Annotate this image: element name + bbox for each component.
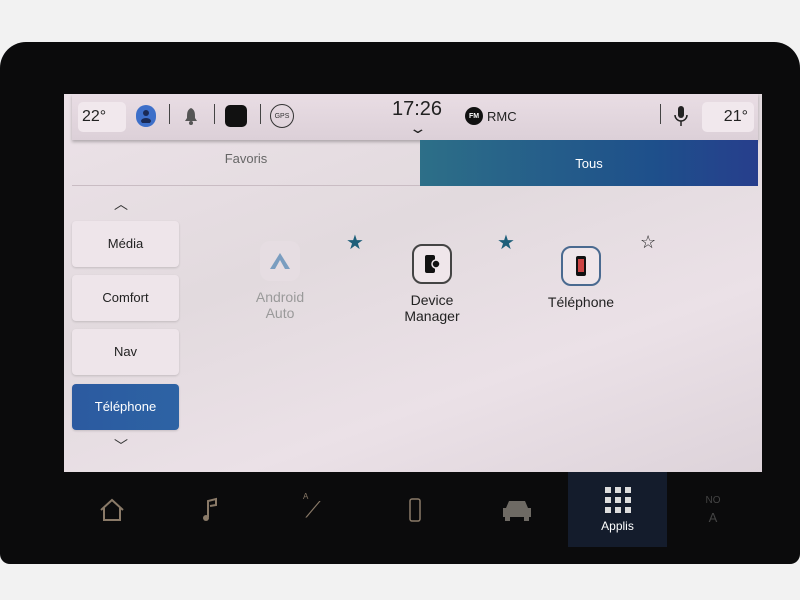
car-icon bbox=[503, 500, 531, 521]
radio-station[interactable]: RMC bbox=[487, 109, 517, 124]
app-android-auto[interactable]: Android Auto bbox=[240, 241, 320, 321]
android-auto-icon bbox=[260, 241, 300, 281]
climate-bottom-label: A bbox=[708, 509, 718, 525]
app-label: Manager bbox=[404, 308, 460, 324]
tab-bar: Favoris Tous bbox=[72, 140, 758, 186]
profile-icon[interactable] bbox=[136, 105, 156, 127]
nav-climate[interactable]: NO A bbox=[693, 472, 733, 547]
phone-icon bbox=[409, 497, 421, 522]
tab-tous[interactable]: Tous bbox=[420, 140, 758, 186]
nav-music[interactable] bbox=[190, 472, 230, 547]
home-icon bbox=[100, 498, 124, 521]
climate-top-label: NO bbox=[705, 494, 721, 506]
app-shortcut-icon[interactable] bbox=[225, 105, 247, 127]
favorite-star-outline-icon[interactable]: ☆ bbox=[640, 232, 656, 253]
app-device-manager[interactable]: Device Manager bbox=[392, 244, 472, 324]
seat-label: A bbox=[303, 492, 309, 501]
bell-icon[interactable] bbox=[180, 105, 202, 127]
applis-label: Applis bbox=[601, 518, 634, 533]
app-label: Auto bbox=[265, 305, 295, 321]
app-label: Téléphone bbox=[547, 294, 615, 310]
divider bbox=[214, 104, 215, 124]
clock: 17:26 bbox=[392, 98, 443, 120]
sidebar-item-comfort[interactable]: Comfort bbox=[72, 275, 179, 321]
app-telephone[interactable]: Téléphone bbox=[536, 246, 626, 310]
infotainment-screen: 22° GPS 17:26 ⌄ FM RMC 21° Favoris Tous … bbox=[64, 94, 762, 472]
status-bar: 22° GPS 17:26 ⌄ FM RMC 21° bbox=[72, 94, 758, 140]
sidebar-item-telephone[interactable]: Téléphone bbox=[72, 384, 179, 430]
divider bbox=[260, 104, 261, 124]
scroll-down-icon[interactable]: ﹀ bbox=[114, 436, 128, 456]
app-label: Android bbox=[255, 289, 305, 305]
gps-icon[interactable]: GPS bbox=[270, 104, 294, 128]
scroll-up-icon[interactable]: ︿ bbox=[114, 194, 128, 214]
nav-phone[interactable] bbox=[395, 472, 435, 547]
sidebar-item-nav[interactable]: Nav bbox=[72, 329, 179, 375]
grid-icon bbox=[604, 486, 631, 513]
temp-left[interactable]: 22° bbox=[78, 102, 126, 132]
nav-applis[interactable]: Applis bbox=[568, 472, 667, 547]
radio-band-badge: FM bbox=[465, 107, 483, 125]
divider bbox=[169, 104, 170, 124]
favorite-star-icon[interactable]: ★ bbox=[346, 230, 364, 255]
phone-icon bbox=[561, 246, 601, 286]
nav-home[interactable] bbox=[92, 472, 132, 547]
favorite-star-icon[interactable]: ★ bbox=[497, 230, 515, 255]
chevron-down-icon[interactable]: ⌄ bbox=[408, 120, 427, 137]
temp-right[interactable]: 21° bbox=[702, 102, 754, 132]
divider bbox=[660, 104, 661, 124]
nav-seat[interactable]: ⟋ A bbox=[293, 472, 333, 547]
sidebar-item-media[interactable]: Média bbox=[72, 221, 179, 267]
microphone-icon[interactable] bbox=[671, 104, 691, 128]
music-note-icon bbox=[203, 497, 217, 521]
app-label: Device bbox=[410, 292, 454, 308]
device-manager-icon bbox=[412, 244, 452, 284]
tab-favoris[interactable]: Favoris bbox=[72, 140, 420, 186]
nav-vehicle[interactable] bbox=[497, 472, 537, 547]
